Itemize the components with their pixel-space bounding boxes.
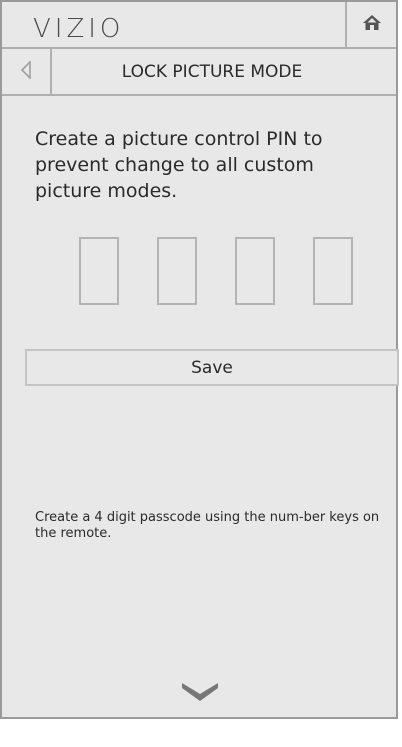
home-icon (362, 13, 382, 37)
title-bar: LOCK PICTURE MODE (2, 49, 396, 96)
back-arrow-icon (20, 59, 32, 83)
pin-digit-4[interactable] (313, 237, 353, 305)
hint-text: Create a 4 digit passcode using the num-… (35, 510, 380, 541)
description-text: Create a picture control PIN to prevent … (35, 128, 323, 202)
home-button[interactable] (345, 2, 396, 47)
pin-entry (79, 237, 359, 305)
chevron-down-icon (180, 683, 220, 708)
menu-panel: VIZIO LOCK PICTURE MODE Create a picture… (0, 0, 399, 719)
scroll-down-button[interactable] (180, 680, 220, 704)
pin-digit-1[interactable] (79, 237, 119, 305)
back-button[interactable] (2, 49, 52, 94)
header-bar: VIZIO (2, 2, 396, 49)
save-button[interactable]: Save (25, 349, 399, 386)
pin-digit-3[interactable] (235, 237, 275, 305)
page-title: LOCK PICTURE MODE (121, 61, 303, 82)
vizio-logo: VIZIO (33, 14, 125, 44)
pin-digit-2[interactable] (157, 237, 197, 305)
